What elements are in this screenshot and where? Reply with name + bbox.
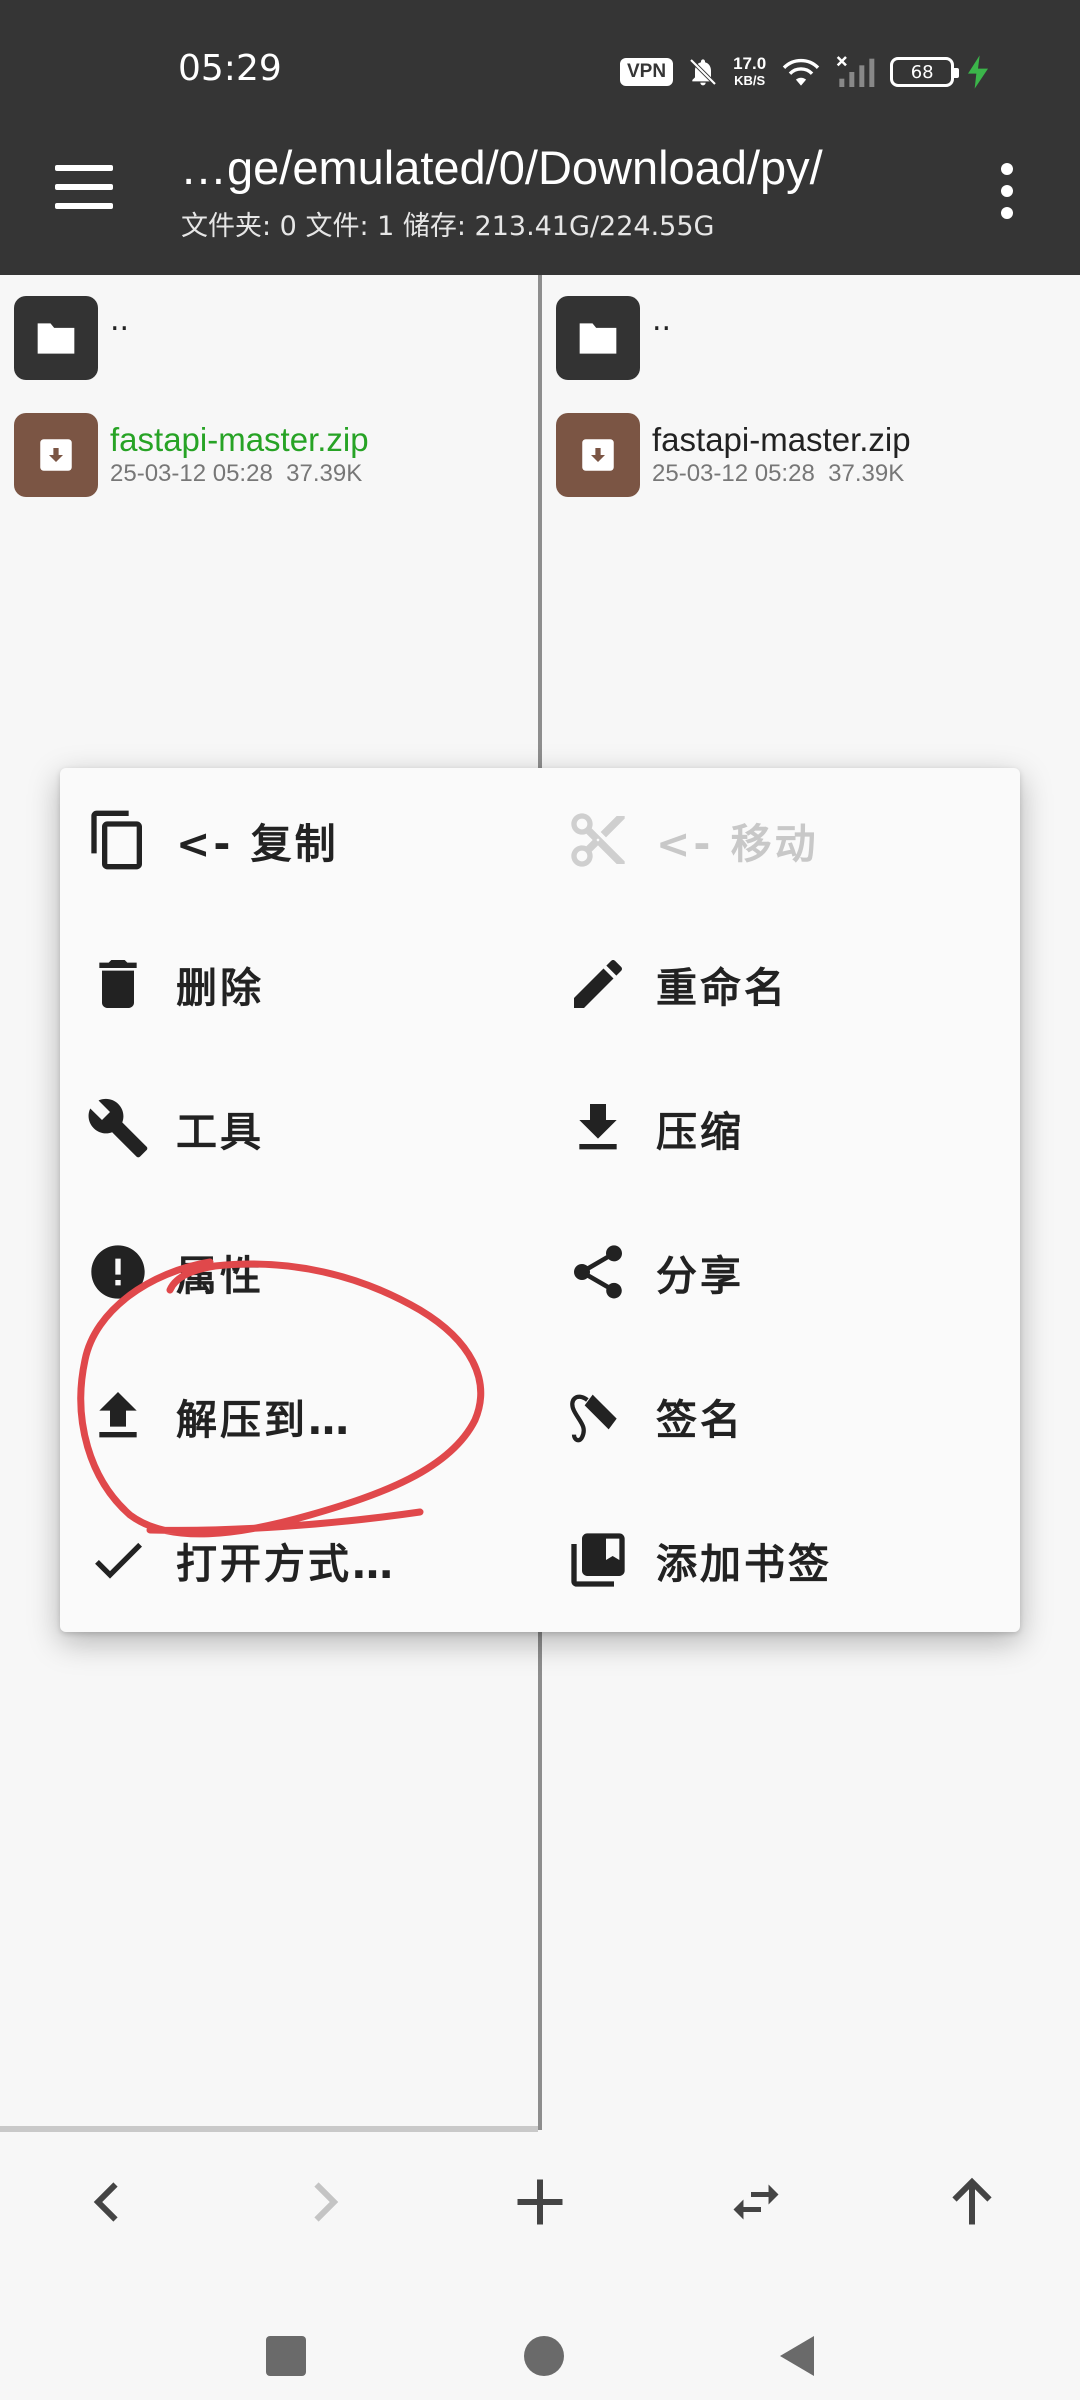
menu-move[interactable]: <- 移动 <box>566 790 819 890</box>
menu-delete-label: 删除 <box>176 964 264 1012</box>
back-arrow-icon[interactable] <box>78 2172 138 2232</box>
wrench-icon <box>88 1098 148 1158</box>
download-icon <box>579 1104 617 1150</box>
info-alert-icon <box>91 1245 145 1299</box>
menu-properties[interactable]: 属性 <box>86 1222 264 1322</box>
signal-icon <box>836 56 875 87</box>
vpn-badge: VPN <box>620 58 674 86</box>
swap-panes-icon[interactable] <box>726 2172 786 2232</box>
current-path-title: …ge/emulated/0/Download/py/ <box>180 141 823 194</box>
network-speed: 17.0 KB/S <box>733 55 766 89</box>
charging-icon <box>968 55 989 89</box>
menu-delete[interactable]: 删除 <box>86 934 264 1034</box>
parent-folder-row[interactable]: .. <box>556 293 671 383</box>
menu-extract-to[interactable]: 解压到… <box>86 1366 352 1466</box>
scissors-icon <box>571 813 625 867</box>
file-name: fastapi-master.zip <box>110 421 369 458</box>
parent-folder-label: .. <box>652 302 672 338</box>
menu-rename-label: 重命名 <box>656 964 788 1012</box>
menu-sign[interactable]: 签名 <box>566 1366 744 1466</box>
file-size: 37.39K <box>828 460 905 487</box>
file-meta: 25-03-12 05:28 37.39K <box>110 459 369 489</box>
up-directory-icon[interactable] <box>942 2172 1002 2232</box>
folder-icon <box>556 296 640 380</box>
archive-icon <box>14 413 98 497</box>
back-triangle-icon[interactable] <box>774 2332 822 2380</box>
menu-rename[interactable]: 重命名 <box>566 934 788 1034</box>
menu-open-with-label: 打开方式… <box>176 1540 396 1588</box>
menu-properties-label: 属性 <box>176 1252 264 1300</box>
share-icon <box>574 1245 622 1299</box>
file-row-zip[interactable]: fastapi-master.zip 25-03-12 05:28 37.39K <box>556 410 911 500</box>
storage-stats: 文件夹: 0 文件: 1 储存: 213.41G/224.55G <box>181 211 715 242</box>
app-header: 05:29 VPN 17.0 KB/S 68 …ge/emulated/0/Do… <box>0 0 1080 275</box>
menu-move-label: <- 移动 <box>656 820 819 868</box>
menu-copy[interactable]: <- 复制 <box>86 790 339 890</box>
bookmarks-icon <box>571 1533 625 1587</box>
delete-icon <box>99 960 137 1008</box>
forward-arrow-icon[interactable] <box>294 2172 354 2232</box>
menu-add-bookmark[interactable]: 添加书签 <box>566 1510 832 1610</box>
menu-sign-label: 签名 <box>656 1396 744 1444</box>
folder-icon <box>14 296 98 380</box>
hamburger-menu-button[interactable] <box>55 165 113 209</box>
parent-folder-row[interactable]: .. <box>14 293 129 383</box>
menu-compress[interactable]: 压缩 <box>566 1078 744 1178</box>
system-navigation-bar <box>0 2272 1080 2400</box>
notifications-off-icon <box>689 58 717 86</box>
context-menu: <- 复制 删除 工具 属性 解压到… 打开方式… <- 移动 重命名 压缩 分… <box>60 768 1020 1632</box>
status-time: 05:29 <box>178 48 282 89</box>
menu-copy-label: <- 复制 <box>176 820 339 868</box>
menu-tools[interactable]: 工具 <box>86 1078 264 1178</box>
menu-share-label: 分享 <box>656 1252 744 1300</box>
overflow-menu-button[interactable] <box>995 163 1019 219</box>
menu-open-with[interactable]: 打开方式… <box>86 1510 396 1610</box>
network-speed-value: 17.0 <box>733 54 767 73</box>
status-icons: VPN 17.0 KB/S 68 <box>620 50 989 94</box>
battery-indicator: 68 <box>890 57 960 87</box>
menu-add-bookmark-label: 添加书签 <box>656 1540 832 1588</box>
file-meta: 25-03-12 05:28 37.39K <box>652 459 911 489</box>
signature-icon <box>570 1394 617 1443</box>
menu-compress-label: 压缩 <box>656 1108 744 1156</box>
file-row-zip[interactable]: fastapi-master.zip 25-03-12 05:28 37.39K <box>14 410 369 500</box>
file-date: 25-03-12 05:28 <box>652 460 815 487</box>
menu-share[interactable]: 分享 <box>566 1222 744 1322</box>
pencil-icon <box>574 959 623 1008</box>
check-icon <box>95 1542 142 1579</box>
menu-extract-to-label: 解压到… <box>176 1396 352 1444</box>
parent-folder-label: .. <box>110 302 130 338</box>
home-circle-icon[interactable] <box>520 2332 568 2380</box>
file-date: 25-03-12 05:28 <box>110 460 273 487</box>
network-speed-unit: KB/S <box>734 73 766 88</box>
file-name: fastapi-master.zip <box>652 421 911 458</box>
add-icon[interactable] <box>510 2172 570 2232</box>
archive-icon <box>556 413 640 497</box>
menu-tools-label: 工具 <box>176 1108 264 1156</box>
bottom-toolbar <box>0 2132 1080 2272</box>
upload-icon <box>99 1392 137 1438</box>
wifi-icon <box>782 58 820 86</box>
recents-square-icon[interactable] <box>262 2332 310 2380</box>
file-size: 37.39K <box>286 460 363 487</box>
copy-icon <box>91 810 142 870</box>
